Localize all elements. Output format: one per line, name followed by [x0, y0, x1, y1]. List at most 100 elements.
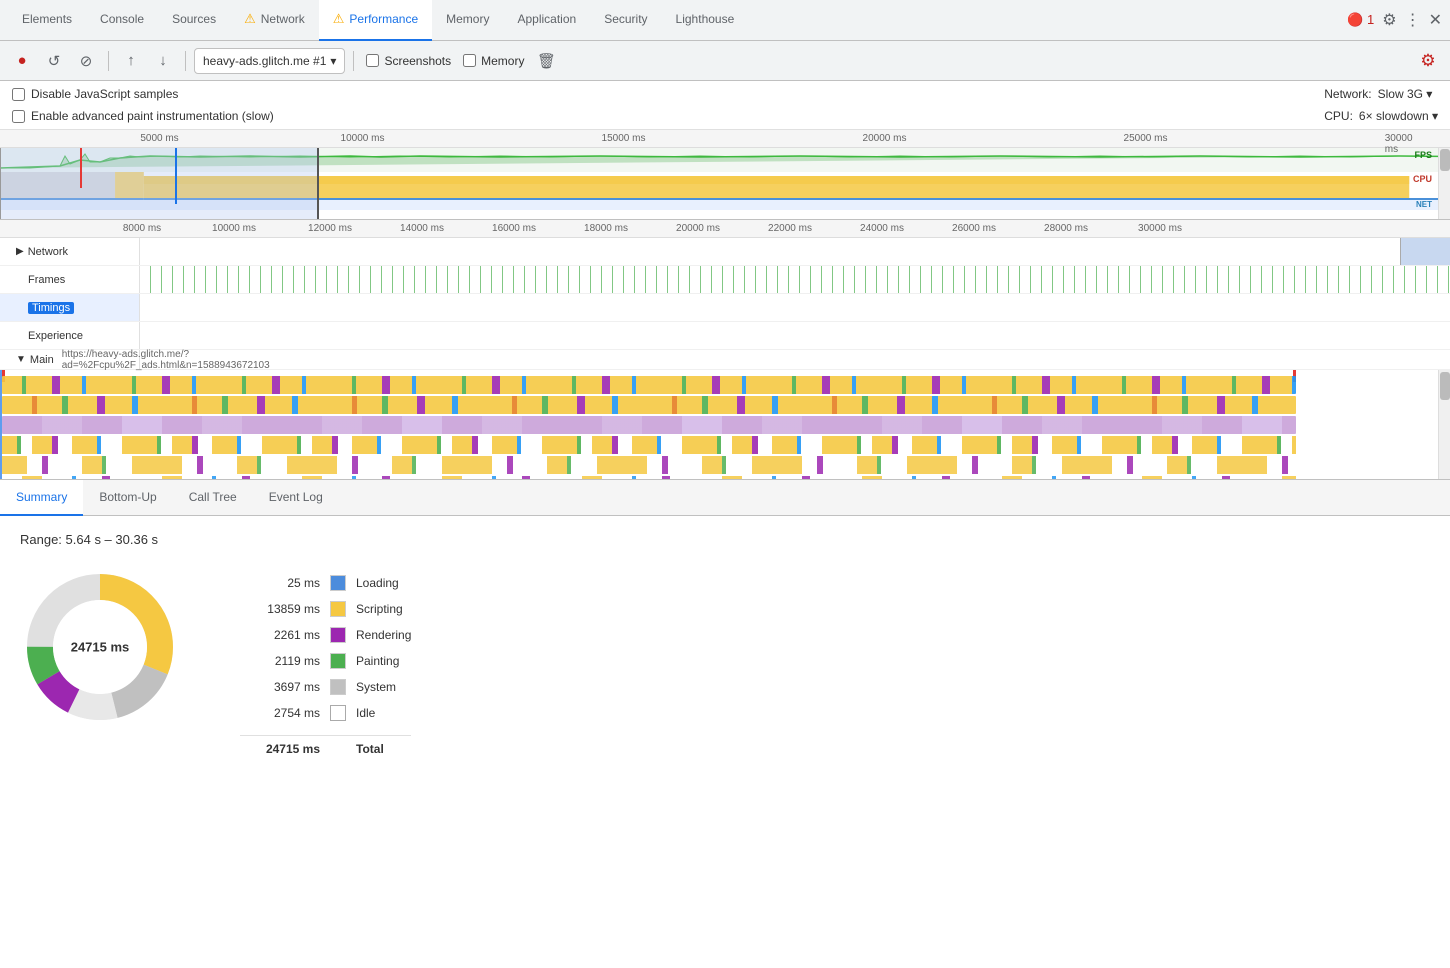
cpu-throttle-label: CPU: — [1324, 109, 1353, 123]
toolbar-settings-btn[interactable]: ⚙ — [1414, 47, 1442, 75]
track-frames: Frames — [0, 266, 1450, 294]
performance-label: Performance — [349, 12, 418, 26]
tab-call-tree[interactable]: Call Tree — [173, 480, 253, 516]
tab-application[interactable]: Application — [503, 0, 590, 41]
delete-button[interactable]: 🗑 — [532, 47, 560, 75]
summary-panel: Range: 5.64 s – 30.36 s 24715 m — [0, 516, 1450, 846]
painting-color — [330, 653, 346, 669]
frames-track-label: Frames — [28, 274, 65, 286]
stop-button[interactable]: ⊘ — [72, 47, 100, 75]
range-display: Range: 5.64 s – 30.36 s — [20, 532, 1430, 547]
tab-console[interactable]: Console — [86, 0, 158, 41]
tab-summary[interactable]: Summary — [0, 480, 83, 516]
summary-main-content: 24715 ms 25 ms Loading 13859 ms Scriptin… — [20, 567, 1430, 756]
error-badge[interactable]: 🔴 1 — [1347, 12, 1374, 28]
upload-button[interactable]: ↑ — [117, 47, 145, 75]
painting-ms: 2119 ms — [240, 654, 320, 668]
track-frames-content[interactable] — [140, 266, 1450, 293]
legend-total-row: 24715 ms Total — [240, 735, 411, 756]
timeline-overview[interactable]: 5000 ms 10000 ms 15000 ms 20000 ms 25000… — [0, 130, 1450, 220]
fps-label: FPS — [1414, 150, 1432, 160]
flame-row-5 — [2, 456, 1296, 474]
flame-row-2 — [2, 396, 1296, 414]
tab-lighthouse[interactable]: Lighthouse — [662, 0, 749, 41]
lighthouse-label: Lighthouse — [676, 12, 735, 26]
overview-tracks: FPS CPU NET — [0, 148, 1450, 220]
rendering-name: Rendering — [356, 628, 411, 642]
toolbar-divider-2 — [185, 51, 186, 71]
overview-selection[interactable] — [0, 148, 319, 220]
tab-memory[interactable]: Memory — [432, 0, 503, 41]
main-vscroll[interactable] — [1438, 370, 1450, 480]
painting-name: Painting — [356, 654, 399, 668]
timings-badge: Timings — [28, 302, 74, 314]
ruler-10000: 10000 ms — [341, 133, 385, 144]
tab-performance[interactable]: ⚠ Performance — [319, 0, 432, 41]
console-label: Console — [100, 12, 144, 26]
download-button[interactable]: ↓ — [149, 47, 177, 75]
network-throttle-label: Network: — [1324, 87, 1371, 101]
call-tree-tab-label: Call Tree — [189, 490, 237, 504]
track-main-header-content[interactable] — [140, 350, 1450, 369]
main-expand-icon[interactable]: ▼ — [16, 354, 26, 365]
elements-label: Elements — [22, 12, 72, 26]
summary-tab-label: Summary — [16, 490, 67, 504]
close-icon[interactable]: ✕ — [1429, 10, 1442, 30]
ruler-25000: 25000 ms — [1124, 133, 1168, 144]
tab-sources[interactable]: Sources — [158, 0, 230, 41]
flame-row-6 — [2, 476, 1296, 480]
cpu-throttle-select-wrapper[interactable]: 6× slowdown ▾ — [1359, 109, 1438, 123]
track-network-label: ▶ Network — [0, 238, 140, 265]
main-url: https://heavy-ads.glitch.me/?ad=%2Fcpu%2… — [62, 349, 270, 371]
disable-js-label: Disable JavaScript samples — [31, 87, 178, 101]
network-track-label: Network — [28, 246, 68, 258]
timeline-main[interactable]: 8000 ms 10000 ms 12000 ms 14000 ms 16000… — [0, 220, 1450, 480]
performance-toolbar: ● ↺ ⊘ ↑ ↓ heavy-ads.glitch.me #1 ▾ Scree… — [0, 41, 1450, 81]
record-button[interactable]: ● — [8, 47, 36, 75]
main-flame-area[interactable] — [0, 370, 1450, 480]
tab-security[interactable]: Security — [590, 0, 661, 41]
loading-name: Loading — [356, 576, 399, 590]
memory-checkbox[interactable]: Memory — [463, 54, 524, 68]
cpu-throttle-value: 6× slowdown — [1359, 109, 1429, 123]
more-icon[interactable]: ⋮ — [1405, 10, 1421, 30]
refresh-button[interactable]: ↺ — [40, 47, 68, 75]
track-experience-content[interactable] — [140, 322, 1450, 349]
track-main-label: ▼ Main https://heavy-ads.glitch.me/?ad=%… — [0, 350, 140, 369]
session-selector[interactable]: heavy-ads.glitch.me #1 ▾ — [194, 48, 345, 74]
r-18000: 18000 ms — [584, 223, 628, 234]
network-warn-icon: ⚠ — [244, 11, 256, 27]
network-expand-icon[interactable]: ▶ — [16, 246, 24, 257]
legend-scripting: 13859 ms Scripting — [240, 601, 411, 617]
track-timings: Timings — [0, 294, 1450, 322]
tab-elements[interactable]: Elements — [8, 0, 86, 41]
overview-vscroll[interactable] — [1438, 148, 1450, 220]
screenshots-checkbox[interactable]: Screenshots — [366, 54, 451, 68]
enable-paint-checkbox[interactable] — [12, 110, 25, 123]
track-timings-label: Timings — [0, 294, 140, 321]
track-timings-content[interactable] — [140, 294, 1450, 321]
r-22000: 22000 ms — [768, 223, 812, 234]
ruler-20000: 20000 ms — [863, 133, 907, 144]
tab-event-log[interactable]: Event Log — [253, 480, 339, 516]
memory-input[interactable] — [463, 54, 476, 67]
session-label: heavy-ads.glitch.me #1 — [203, 54, 326, 68]
r-24000: 24000 ms — [860, 223, 904, 234]
r-20000: 20000 ms — [676, 223, 720, 234]
system-ms: 3697 ms — [240, 680, 320, 694]
settings-icon[interactable]: ⚙ — [1382, 10, 1396, 30]
net-label: NET — [1416, 200, 1432, 209]
network-right-badge — [1400, 238, 1450, 265]
enable-paint-label: Enable advanced paint instrumentation (s… — [31, 109, 274, 123]
flame-row-4 — [2, 436, 1296, 454]
disable-js-checkbox[interactable] — [12, 88, 25, 101]
screenshots-input[interactable] — [366, 54, 379, 67]
idle-ms: 2754 ms — [240, 706, 320, 720]
ruler-5000: 5000 ms — [140, 133, 178, 144]
performance-warn-icon: ⚠ — [333, 11, 345, 27]
network-throttle-select-wrapper[interactable]: Slow 3G ▾ — [1378, 87, 1433, 101]
main-track-label: Main — [30, 354, 54, 366]
tab-bottom-up[interactable]: Bottom-Up — [83, 480, 172, 516]
track-network-content[interactable] — [140, 238, 1450, 265]
tab-network[interactable]: ⚠ Network — [230, 0, 319, 41]
